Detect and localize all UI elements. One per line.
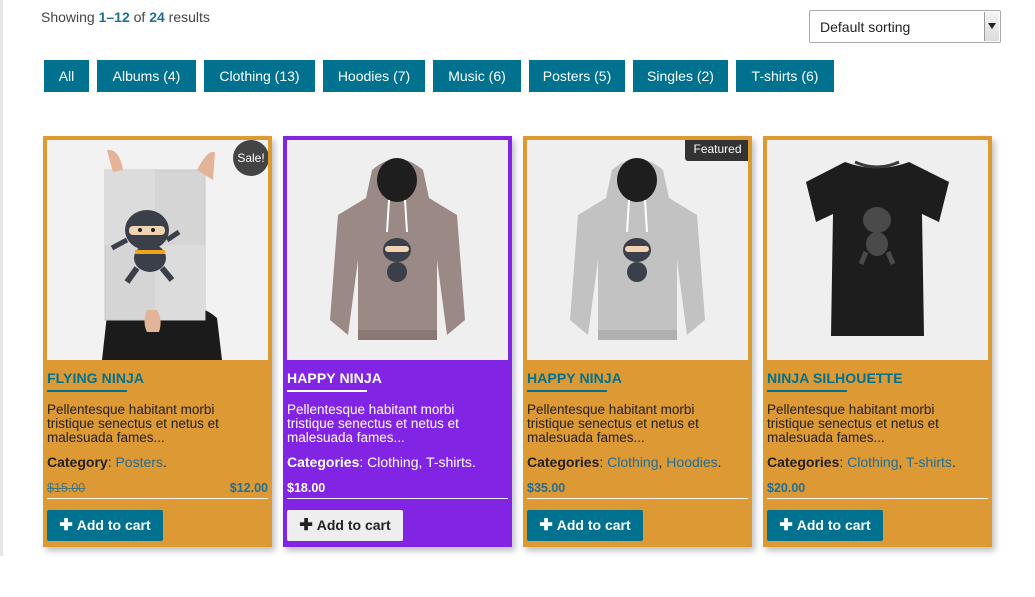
category-link-clothing[interactable]: Clothing [367, 454, 418, 470]
product-title[interactable]: HAPPY NINJA [287, 370, 382, 386]
product-card-flying-ninja[interactable]: Sale! FLYING NINJA Pellentesque habitant… [43, 136, 272, 547]
filter-posters[interactable]: Posters (5) [529, 60, 625, 92]
category-link-tshirts[interactable]: T-shirts [906, 454, 952, 470]
filter-clothing[interactable]: Clothing (13) [204, 60, 315, 92]
product-categories: Categories: Clothing, Hoodies. [527, 454, 722, 470]
title-divider [287, 390, 367, 392]
filter-hoodies[interactable]: Hoodies (7) [323, 60, 425, 92]
page-left-border [0, 0, 3, 556]
add-to-cart-button[interactable]: ✚ Add to cart [287, 510, 403, 541]
add-to-cart-button[interactable]: ✚ Add to cart [527, 510, 643, 541]
product-image-poster[interactable]: Sale! [47, 140, 268, 360]
price-divider [767, 498, 988, 499]
filter-music[interactable]: Music (6) [433, 60, 521, 92]
filter-albums[interactable]: Albums (4) [97, 60, 196, 92]
plus-icon: ✚ [299, 517, 313, 534]
product-description: Pellentesque habitant morbi tristique se… [287, 402, 459, 445]
filter-all[interactable]: All [44, 60, 89, 92]
price-divider [527, 498, 748, 499]
add-to-cart-button[interactable]: ✚ Add to cart [767, 510, 883, 541]
price-divider [287, 498, 508, 499]
old-price: $15.00 [47, 481, 86, 495]
product-title[interactable]: FLYING NINJA [47, 370, 144, 386]
sale-price: $12.00 [229, 481, 268, 495]
product-card-happy-ninja-hoodie[interactable]: Featured HAPPY NINJA Pellentesque habita… [523, 136, 752, 547]
category-link-clothing[interactable]: Clothing [847, 454, 898, 470]
plus-icon: ✚ [59, 517, 73, 534]
product-image-tshirt[interactable] [767, 140, 988, 360]
category-link-posters[interactable]: Posters [115, 454, 162, 470]
title-divider [527, 390, 607, 392]
product-card-ninja-silhouette[interactable]: NINJA SILHOUETTE Pellentesque habitant m… [763, 136, 992, 547]
product-price: $20.00 [767, 481, 806, 495]
result-count: Showing 1–12 of 24 results [41, 9, 210, 25]
filter-tshirts[interactable]: T-shirts (6) [736, 60, 834, 92]
sale-badge: Sale! [233, 140, 268, 176]
product-price: $35.00 [527, 481, 566, 495]
product-card-happy-ninja-tshirt[interactable]: HAPPY NINJA Pellentesque habitant morbi … [283, 136, 512, 547]
dropdown-arrow-icon[interactable] [984, 12, 999, 41]
sort-selected-value: Default sorting [820, 19, 911, 35]
featured-badge: Featured [685, 140, 748, 161]
title-divider [47, 390, 127, 392]
add-to-cart-button[interactable]: ✚ Add to cart [47, 510, 163, 541]
product-image-hoodie-brown[interactable] [287, 140, 508, 360]
category-link-tshirts[interactable]: T-shirts [426, 454, 472, 470]
product-categories: Category: Posters. [47, 454, 167, 470]
product-title[interactable]: HAPPY NINJA [527, 370, 622, 386]
sort-dropdown[interactable]: Default sorting [809, 10, 1001, 43]
product-title[interactable]: NINJA SILHOUETTE [767, 370, 903, 386]
product-price: $18.00 [287, 481, 326, 495]
result-range: 1–12 [98, 9, 130, 25]
title-divider [767, 390, 847, 392]
price-divider [47, 498, 268, 499]
category-link-clothing[interactable]: Clothing [607, 454, 658, 470]
product-categories: Categories: Clothing, T-shirts. [767, 454, 956, 470]
filter-singles[interactable]: Singles (2) [633, 60, 728, 92]
product-image-hoodie-grey[interactable]: Featured [527, 140, 748, 360]
product-description: Pellentesque habitant morbi tristique se… [767, 402, 939, 445]
product-description: Pellentesque habitant morbi tristique se… [527, 402, 699, 445]
plus-icon: ✚ [779, 517, 793, 534]
product-description: Pellentesque habitant morbi tristique se… [47, 402, 219, 445]
product-categories: Categories: Clothing, T-shirts. [287, 454, 476, 470]
category-link-hoodies[interactable]: Hoodies [666, 454, 717, 470]
result-total: 24 [149, 9, 165, 25]
plus-icon: ✚ [539, 517, 553, 534]
